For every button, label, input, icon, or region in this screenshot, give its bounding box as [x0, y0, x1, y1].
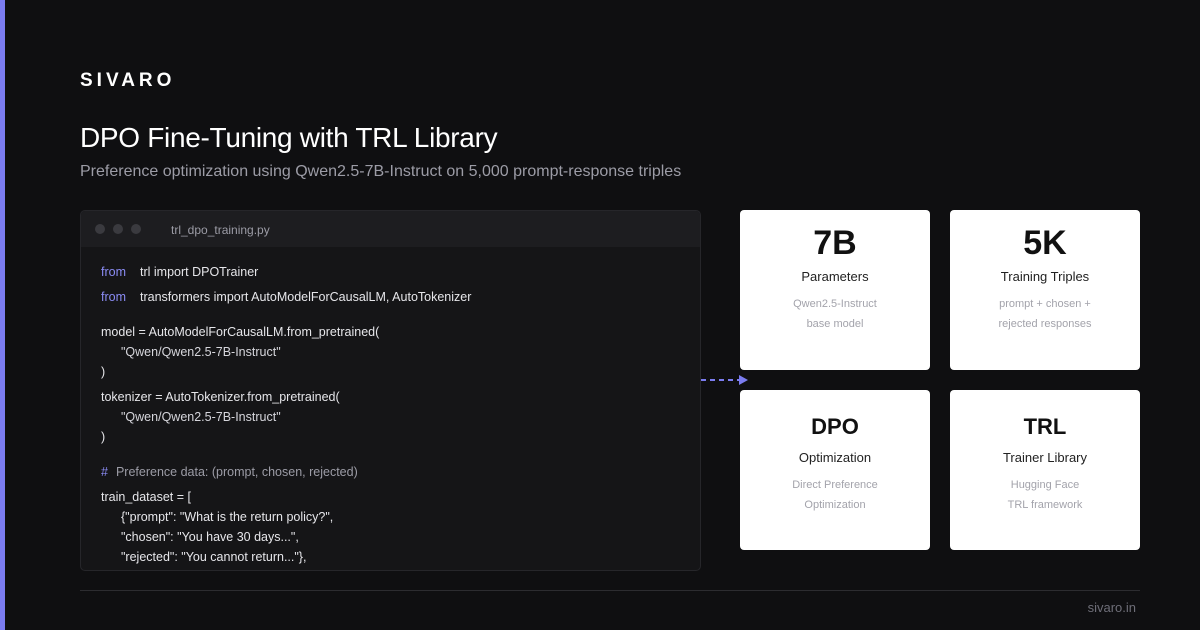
stat-card-training-triples: 5K Training Triples prompt + chosen + re…	[950, 210, 1140, 370]
stat-value: 7B	[813, 224, 857, 262]
stat-description-line: Qwen2.5-Instruct	[793, 298, 877, 310]
stat-description-line: Hugging Face	[1010, 479, 1080, 491]
code-keyword: from	[101, 290, 126, 304]
window-minimize-dot-icon	[113, 224, 123, 234]
stat-label: Parameters	[801, 269, 869, 284]
stat-description: Direct Preference Optimization	[740, 475, 930, 515]
code-line: from trl import DPOTrainer	[101, 265, 258, 279]
page-subtitle: Preference optimization using Qwen2.5-7B…	[80, 163, 682, 180]
stat-card-trainer-library: TRL Trainer Library Hugging Face TRL fra…	[950, 390, 1140, 550]
window-close-dot-icon	[95, 224, 105, 234]
code-keyword: from	[101, 265, 126, 279]
code-line: tokenizer = AutoTokenizer.from_pretraine…	[101, 390, 340, 404]
stat-card-parameters: 7B Parameters Qwen2.5-Instruct base mode…	[740, 210, 930, 370]
code-text: transformers import AutoModelForCausalLM…	[140, 290, 472, 304]
code-text: trl import DPOTrainer	[140, 265, 259, 279]
code-line: "Qwen/Qwen2.5-7B-Instruct"	[121, 345, 281, 359]
stat-label: Optimization	[798, 450, 872, 465]
stat-description: Qwen2.5-Instruct base model	[740, 294, 930, 334]
brand-logo: SIVARO	[80, 70, 176, 91]
code-line: )	[101, 430, 106, 444]
code-line: {"prompt": "What is the return policy?",	[121, 510, 334, 524]
stat-value: TRL	[1023, 414, 1067, 439]
stat-description: prompt + chosen + rejected responses	[950, 294, 1140, 334]
editor-filename: trl_dpo_training.py	[171, 223, 270, 237]
stat-description-line: TRL framework	[1007, 499, 1083, 511]
code-line: from transformers import AutoModelForCaus…	[101, 290, 471, 304]
stat-description-line: base model	[806, 318, 864, 330]
comment-hash: #	[101, 465, 108, 479]
stat-description-line: Optimization	[804, 499, 866, 511]
window-maximize-dot-icon	[131, 224, 141, 234]
comment-text: Preference data: (prompt, chosen, reject…	[115, 465, 358, 479]
stat-card-optimization: DPO Optimization Direct Preference Optim…	[740, 390, 930, 550]
code-line: "rejected": "You cannot return..."},	[121, 550, 307, 564]
code-comment-line: # Preference data: (prompt, chosen, rejec…	[101, 465, 358, 479]
left-accent-bar	[0, 0, 5, 630]
footer-divider	[80, 590, 1140, 591]
dashed-arrow-icon	[701, 375, 748, 385]
stat-value: DPO	[811, 414, 859, 439]
code-line: )	[101, 365, 106, 379]
stat-description-line: rejected responses	[998, 318, 1092, 330]
code-line: model = AutoModelForCausalLM.from_pretra…	[101, 325, 380, 339]
stat-label: Trainer Library	[1002, 450, 1088, 465]
stat-description-line: prompt + chosen +	[999, 298, 1091, 310]
stat-value: 5K	[1023, 224, 1067, 262]
page-title: DPO Fine-Tuning with TRL Library	[80, 122, 498, 153]
footer-url-link[interactable]: sivaro.in	[1088, 600, 1136, 615]
code-line: train_dataset = [	[101, 490, 191, 504]
editor-titlebar: trl_dpo_training.py	[81, 211, 700, 247]
code-line: "chosen": "You have 30 days...",	[121, 530, 299, 544]
stat-label: Training Triples	[1000, 269, 1090, 284]
stat-description-line: Direct Preference	[792, 479, 878, 491]
code-editor-window: trl_dpo_training.py from trl import DPOTr…	[80, 210, 701, 571]
code-line: "Qwen/Qwen2.5-7B-Instruct"	[121, 410, 281, 424]
stat-description: Hugging Face TRL framework	[950, 475, 1140, 515]
